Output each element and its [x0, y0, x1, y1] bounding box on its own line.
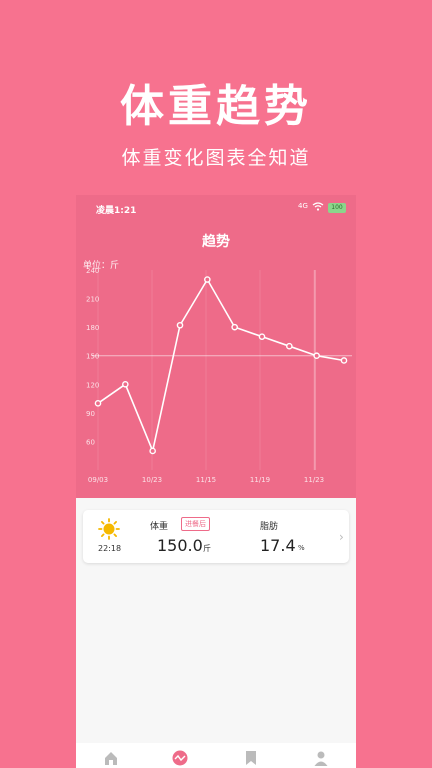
- weight-series-line: [97, 277, 345, 454]
- x-tick-label: 11/23: [304, 476, 324, 484]
- tab-bar: [76, 743, 356, 768]
- weight-data-point: [204, 276, 211, 283]
- weight-data-point: [149, 447, 156, 455]
- trend-icon[interactable]: [172, 750, 188, 766]
- y-tick-label: 210: [86, 296, 99, 304]
- trend-chart: 60 90 120 150 180 210 240 09/03 10/23 11/15 11/19 1…: [86, 267, 352, 484]
- bookmark-icon[interactable]: [243, 750, 259, 766]
- y-tick-label: 120: [86, 381, 99, 389]
- weight-value: 150.0: [157, 536, 203, 555]
- y-tick-label: 240: [86, 267, 99, 275]
- y-tick-label: 150: [86, 353, 99, 361]
- home-icon[interactable]: [103, 750, 119, 766]
- weight-unit: 斤: [203, 544, 211, 553]
- x-tick-label: 11/19: [250, 476, 270, 484]
- meal-tag: 进餐后: [181, 517, 210, 531]
- weight-label: 体重: [150, 522, 169, 532]
- sun-icon: [98, 518, 120, 540]
- weight-data-point: [286, 342, 293, 350]
- y-tick-label: 90: [86, 410, 95, 418]
- y-tick-label: 60: [86, 438, 95, 446]
- fat-unit: %: [298, 544, 305, 552]
- x-tick-label: 10/23: [142, 476, 162, 484]
- fat-value: 17.4: [260, 536, 296, 555]
- weight-data-point: [258, 333, 266, 340]
- weight-data-point: [94, 400, 102, 407]
- trend-header: 凌晨1:21 4G 100 趋势 单位：斤 60 90 120 150 180 210 24…: [76, 195, 356, 498]
- profile-icon[interactable]: [313, 750, 329, 766]
- weight-data-point: [313, 352, 320, 360]
- weight-data-point: [176, 321, 184, 329]
- weight-data-point: [340, 357, 348, 364]
- phone-screen: 凌晨1:21 4G 100 趋势 单位：斤 60 90 120 150 180 210 24…: [76, 195, 356, 768]
- chevron-right-icon[interactable]: ›: [339, 530, 344, 544]
- x-tick-label: 11/15: [196, 476, 216, 484]
- y-tick-label: 180: [86, 324, 99, 332]
- promo-subtitle: 体重变化图表全知道: [121, 147, 311, 169]
- record-time: 22:18: [98, 544, 122, 553]
- x-tick-label: 09/03: [88, 476, 108, 484]
- weight-data-point: [231, 323, 238, 331]
- fat-label: 脂肪: [260, 522, 279, 532]
- weight-data-point: [122, 380, 129, 388]
- promo-title: 体重趋势: [120, 81, 312, 132]
- record-card[interactable]: 22:18 体重 进餐后 150.0 斤 脂肪 17.4 % ›: [83, 510, 349, 563]
